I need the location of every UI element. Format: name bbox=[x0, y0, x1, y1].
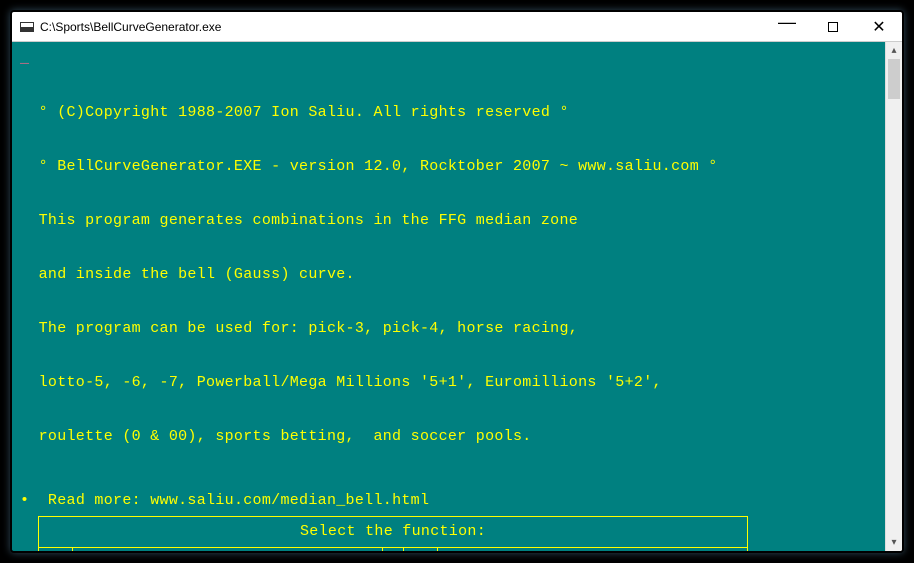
cursor-mark: _ bbox=[20, 50, 29, 67]
scrollbar-up-arrow-icon[interactable]: ▴ bbox=[886, 42, 902, 59]
window-frame: C:\Sports\BellCurveGenerator.exe — ✕ _ °… bbox=[10, 10, 904, 553]
intro-line: This program generates combinations in t… bbox=[20, 212, 877, 230]
menu-label-lotto[interactable]: Lotto & Keno Games bbox=[438, 548, 748, 554]
intro-line: lotto-5, -6, -7, Powerball/Mega Millions… bbox=[20, 374, 877, 392]
minimize-icon: — bbox=[778, 12, 796, 33]
intro-line: ° BellCurveGenerator.EXE - version 12.0,… bbox=[20, 158, 877, 176]
close-button[interactable]: ✕ bbox=[856, 12, 902, 41]
intro-line: and inside the bell (Gauss) curve. bbox=[20, 266, 877, 284]
console[interactable]: _ ° (C)Copyright 1988-2007 Ion Saliu. Al… bbox=[12, 42, 885, 551]
window-controls: — ✕ bbox=[764, 12, 902, 41]
close-icon: ✕ bbox=[872, 17, 885, 37]
app-icon bbox=[20, 22, 34, 32]
intro-line: ° (C)Copyright 1988-2007 Ion Saliu. All … bbox=[20, 104, 877, 122]
menu-key-l[interactable]: L bbox=[404, 548, 438, 554]
scrollbar-down-arrow-icon[interactable]: ▾ bbox=[886, 534, 902, 551]
menu: Select the function: P Pick (Digit) Lott… bbox=[38, 516, 877, 553]
scrollbar-track[interactable] bbox=[886, 59, 902, 534]
menu-key-p[interactable]: P bbox=[39, 548, 73, 554]
console-wrap: _ ° (C)Copyright 1988-2007 Ion Saliu. Al… bbox=[12, 42, 902, 551]
maximize-icon bbox=[828, 22, 838, 32]
read-more-line: • Read more: www.saliu.com/median_bell.h… bbox=[20, 492, 877, 510]
scrollbar-thumb[interactable] bbox=[888, 59, 900, 99]
window-title: C:\Sports\BellCurveGenerator.exe bbox=[40, 20, 764, 34]
menu-label-pick[interactable]: Pick (Digit) Lottery bbox=[73, 548, 383, 554]
title-bar[interactable]: C:\Sports\BellCurveGenerator.exe — ✕ bbox=[12, 12, 902, 42]
minimize-button[interactable]: — bbox=[764, 12, 810, 41]
intro-text: ° (C)Copyright 1988-2007 Ion Saliu. All … bbox=[20, 68, 877, 482]
intro-line: The program can be used for: pick-3, pic… bbox=[20, 320, 877, 338]
bullet-icon: • bbox=[20, 492, 29, 509]
intro-line: roulette (0 & 00), sports betting, and s… bbox=[20, 428, 877, 446]
menu-title: Select the function: bbox=[39, 517, 748, 548]
vertical-scrollbar[interactable]: ▴ ▾ bbox=[885, 42, 902, 551]
maximize-button[interactable] bbox=[810, 12, 856, 41]
read-more-text: Read more: www.saliu.com/median_bell.htm… bbox=[29, 492, 429, 509]
